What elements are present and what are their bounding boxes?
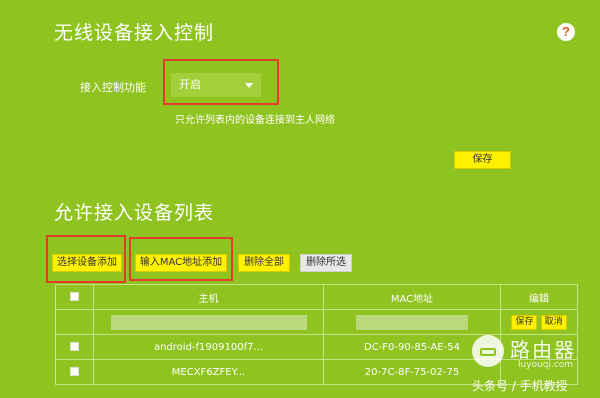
access-control-title: 无线设备接入控制 [54,22,215,44]
save-button[interactable]: 保存 [454,151,511,169]
delete-all-button[interactable]: 删除全部 [238,254,290,272]
allow-list-title: 允许接入设备列表 [54,202,215,224]
mac-input[interactable] [356,314,468,330]
input-mac-add-button[interactable]: 输入MAC地址添加 [135,254,227,272]
access-control-function-select[interactable]: 开启 [171,73,261,97]
header-host: 主机 [93,284,324,310]
chevron-down-icon [245,83,253,88]
row-host: MECXF6ZFEY... [93,359,324,385]
row-checkbox[interactable] [70,367,79,376]
delete-selected-button[interactable]: 删除所选 [300,254,352,272]
watermark-source: 头条号 / 手机教授 [472,379,568,393]
access-control-function-value: 开启 [179,78,201,91]
row-host: android-f1909100f7... [93,334,324,360]
access-control-hint: 只允许列表内的设备连接到主人网络 [175,115,335,126]
help-icon[interactable]: ? [557,23,575,41]
header-select-all[interactable] [55,284,94,310]
host-input[interactable] [110,314,307,330]
table-header-row: 主机 MAC地址 编辑 [55,284,578,310]
row-save-button[interactable]: 保存 [511,314,538,330]
select-all-checkbox[interactable] [70,292,79,301]
access-control-function-label: 接入控制功能 [80,81,146,94]
header-mac: MAC地址 [323,284,501,310]
select-device-add-button[interactable]: 选择设备添加 [52,254,122,272]
watermark-domain: luyouqi.com [518,360,574,370]
table-row-new: 保存 取消 [55,309,578,335]
row-checkbox[interactable] [70,342,79,351]
header-edit: 编辑 [500,284,578,310]
watermark-brand: 路由器 [510,338,576,362]
router-logo-icon [472,335,504,367]
allow-device-table: 主机 MAC地址 编辑 保存 取消 android-f1909100f7... … [55,284,578,385]
row-cancel-button[interactable]: 取消 [540,314,567,330]
